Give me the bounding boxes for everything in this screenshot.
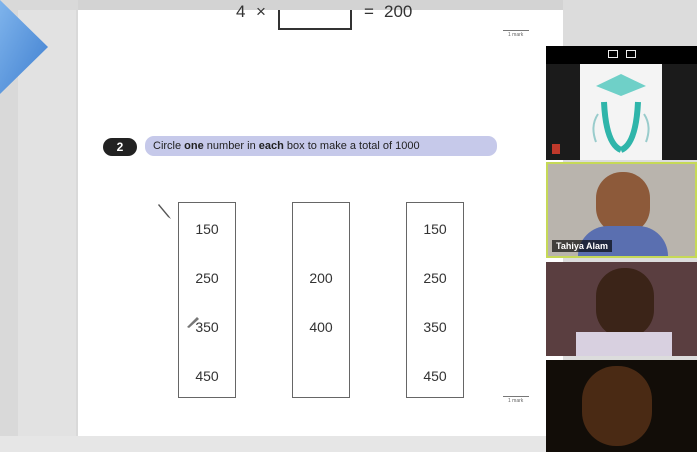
q2-mark-line — [503, 396, 529, 397]
q2-mark-label: 1 mark — [508, 398, 524, 404]
pencil-icon[interactable] — [186, 316, 200, 328]
q1-answer-box[interactable] — [278, 10, 352, 30]
video-tile-2[interactable]: Tahiya Alam — [546, 162, 697, 258]
right-arrow-icon[interactable] — [0, 0, 48, 94]
video-tile-3[interactable] — [546, 262, 697, 356]
minimize-icon[interactable] — [608, 50, 618, 58]
box3-number[interactable]: 150 — [407, 221, 463, 237]
mic-muted-icon — [552, 144, 560, 154]
instruction-text-2: number in — [203, 140, 259, 152]
box3-number[interactable]: 350 — [407, 319, 463, 335]
participant-shirt — [576, 332, 672, 356]
box3-number[interactable]: 450 — [407, 368, 463, 384]
pencil-icon[interactable] — [157, 202, 173, 220]
q1-equals: = — [364, 2, 374, 21]
participant-name-tag: Tahiya Alam — [552, 240, 613, 252]
instruction-bold-one: one — [184, 140, 204, 152]
participant-face — [596, 172, 650, 234]
q1-mark-label: 1 mark — [508, 32, 524, 38]
box2-number[interactable]: 200 — [293, 270, 349, 286]
video-panel-toolbar — [546, 46, 697, 64]
popout-icon[interactable] — [626, 50, 636, 58]
q1-result: 200 — [384, 2, 413, 21]
video-tile-1[interactable] — [546, 64, 697, 160]
viewer-bottom-frame — [0, 436, 563, 452]
box1-number[interactable]: 150 — [179, 221, 235, 237]
q1-mark-line — [503, 30, 529, 31]
video-tile-4[interactable] — [546, 360, 697, 452]
q1-operand: 4 — [236, 2, 246, 21]
graduation-logo — [552, 64, 662, 160]
number-box-3: 150 250 350 450 — [406, 202, 464, 398]
box1-number[interactable]: 250 — [179, 270, 235, 286]
instruction-text-3: box to make a total of 1000 — [283, 140, 420, 152]
box2-number[interactable]: 400 — [293, 319, 349, 335]
box3-number[interactable]: 250 — [407, 270, 463, 286]
question-number: 2 — [103, 138, 137, 156]
participant-face — [596, 268, 654, 338]
question-instruction: Circle one number in each box to make a … — [145, 136, 497, 156]
participant-face — [582, 366, 652, 446]
number-box-1: 150 250 350 450 — [178, 202, 236, 398]
instruction-bold-each: each — [258, 140, 284, 152]
instruction-text-1: Circle — [153, 140, 185, 152]
number-box-2: 200 400 — [292, 202, 350, 398]
box1-number[interactable]: 450 — [179, 368, 235, 384]
q1-operator: × — [256, 2, 266, 21]
